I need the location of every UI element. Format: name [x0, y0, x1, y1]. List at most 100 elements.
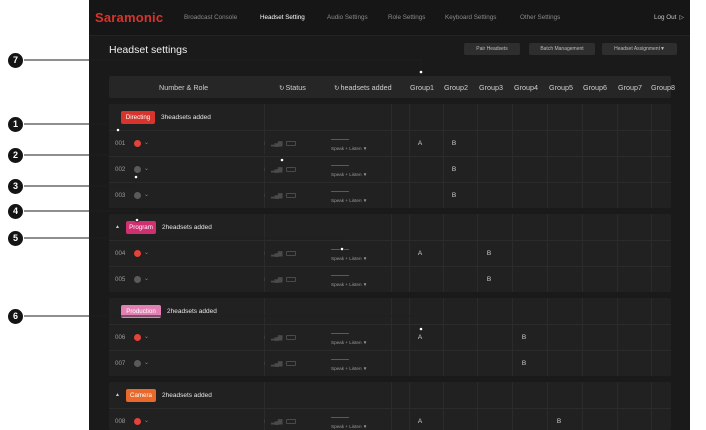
talk-mode-select[interactable]: Speak + Listen ▼	[331, 424, 367, 429]
status-indicators: Ⅰ ▂▄▆	[264, 166, 304, 174]
status-indicators: Ⅰ ▂▄▆	[264, 140, 304, 148]
section-count: 3headsets added	[161, 114, 211, 121]
role-tag[interactable]: Directing	[121, 111, 155, 124]
section-header: ▲ Program 2headsets added	[109, 214, 671, 240]
tab-role-settings[interactable]: Role Settings	[388, 14, 425, 21]
headset-icon: Ⅰ	[264, 277, 266, 283]
group-cell-1[interactable]: A	[415, 140, 425, 147]
role-section: ▲ Program 2headsets added 004 ⌄ Ⅰ ▂▄▆ Speak + L…	[109, 214, 671, 292]
talk-mode-select[interactable]: Speak + Listen ▼	[331, 340, 367, 345]
status-indicators: Ⅰ ▂▄▆	[264, 250, 304, 258]
section-header: ▲ Camera 2headsets added	[109, 382, 671, 408]
battery-icon	[286, 193, 296, 198]
mode-divider	[331, 165, 349, 166]
chevron-down-icon[interactable]: ⌄	[144, 359, 149, 366]
status-indicators: Ⅰ ▂▄▆	[264, 192, 304, 200]
col-group4: Group4	[514, 83, 538, 92]
tab-broadcast-console[interactable]: Broadcast Console	[184, 14, 237, 21]
col-status[interactable]: ↻Status	[279, 83, 306, 92]
top-navbar: Saramonic Broadcast Console Headset Sett…	[89, 0, 690, 36]
section-header: Production 2headsets added	[109, 298, 671, 324]
chevron-down-icon[interactable]: ⌄	[144, 417, 149, 424]
signal-icon: ▂▄▆	[271, 335, 283, 341]
callout-7: 7	[8, 53, 23, 68]
group-cell-1[interactable]: A	[415, 334, 425, 341]
tab-keyboard-settings[interactable]: Keyboard Settings	[445, 14, 496, 21]
chevron-down-icon[interactable]: ⌄	[144, 249, 149, 256]
group-cell-2[interactable]: B	[449, 140, 459, 147]
section-header: Directing 3headsets added	[109, 104, 671, 130]
table-row: 008 ⌄ Ⅰ ▂▄▆ Speak + Listen ▼ A B	[109, 408, 671, 430]
table-row: 007 ⌄ Ⅰ ▂▄▆ Speak + Listen ▼ B	[109, 350, 671, 376]
chevron-down-icon[interactable]: ⌄	[144, 139, 149, 146]
role-tag[interactable]: Program	[126, 221, 156, 234]
callout-5: 5	[8, 231, 23, 246]
headset-indicator-icon	[134, 334, 141, 341]
headset-icon: Ⅰ	[264, 361, 266, 367]
batch-management-button[interactable]: Batch Management	[529, 43, 595, 55]
tab-audio-settings[interactable]: Audio Settings	[327, 14, 368, 21]
logout-icon: ▷	[679, 15, 684, 21]
mode-divider	[331, 275, 349, 276]
role-tag[interactable]: Production	[121, 305, 161, 318]
group-cell-4[interactable]: B	[519, 360, 529, 367]
page-title: Headset settings	[109, 44, 188, 56]
group-cell-1[interactable]: A	[415, 418, 425, 425]
brand-logo: Saramonic	[95, 10, 164, 25]
talk-mode-select[interactable]: Speak + Listen ▼	[331, 146, 367, 151]
group-cell-3[interactable]: B	[484, 276, 494, 283]
signal-icon: ▂▄▆	[271, 251, 283, 257]
group-cell-5[interactable]: B	[554, 418, 564, 425]
headset-icon: Ⅰ	[264, 141, 266, 147]
collapse-icon[interactable]: ▲	[115, 392, 120, 398]
talk-mode-select[interactable]: Speak + Listen ▼	[331, 198, 367, 203]
status-indicators: Ⅰ ▂▄▆	[264, 360, 304, 368]
collapse-icon[interactable]: ▲	[115, 224, 120, 230]
group-cell-1[interactable]: A	[415, 250, 425, 257]
group-cell-2[interactable]: B	[449, 192, 459, 199]
callout-1: 1	[8, 117, 23, 132]
chevron-down-icon[interactable]: ⌄	[144, 165, 149, 172]
chevron-down-icon[interactable]: ⌄	[144, 191, 149, 198]
col-group1: Group1	[410, 83, 434, 92]
pair-headsets-button[interactable]: Pair Headsets	[464, 43, 520, 55]
battery-icon	[286, 277, 296, 282]
table-row: 006 ⌄ Ⅰ ▂▄▆ Speak + Listen ▼ A B	[109, 324, 671, 350]
tab-headset-setting[interactable]: Headset Setting	[260, 14, 305, 21]
group-cell-3[interactable]: B	[484, 250, 494, 257]
table-row: 001 ⌄ Ⅰ ▂▄▆ Speak + Listen ▼ A B	[109, 130, 671, 156]
col-number-role: Number & Role	[159, 83, 209, 92]
tab-other-settings[interactable]: Other Settings	[520, 14, 560, 21]
table-header: Number & Role ↻Status ↻headsets added Gr…	[109, 76, 675, 98]
role-section: Directing 3headsets added 001 ⌄ Ⅰ ▂▄▆ Speak + …	[109, 104, 671, 208]
mode-divider	[331, 333, 349, 334]
talk-mode-select[interactable]: Speak + Listen ▼	[331, 172, 367, 177]
mode-divider	[331, 359, 349, 360]
headset-number: 005	[115, 276, 126, 283]
role-tag[interactable]: Camera	[126, 389, 156, 402]
col-headsets-added[interactable]: ↻headsets added	[334, 83, 392, 92]
talk-mode-select[interactable]: Speak + Listen ▼	[331, 282, 367, 287]
headset-icon: Ⅰ	[264, 419, 266, 425]
mode-divider	[331, 191, 349, 192]
group-cell-4[interactable]: B	[519, 334, 529, 341]
talk-mode-select[interactable]: Speak + Listen ▼	[331, 256, 367, 261]
signal-icon: ▂▄▆	[271, 419, 283, 425]
section-count: 2headsets added	[167, 308, 217, 315]
talk-mode-select[interactable]: Speak + Listen ▼	[331, 366, 367, 371]
refresh-icon: ↻	[334, 85, 340, 92]
headset-assignment-button[interactable]: Headset Assignment▼	[602, 43, 677, 55]
headset-indicator-icon	[134, 360, 141, 367]
table-row: 002 ⌄ Ⅰ ▂▄▆ Speak + Listen ▼ B	[109, 156, 671, 182]
col-group3: Group3	[479, 83, 503, 92]
callout-2: 2	[8, 148, 23, 163]
app-window: Saramonic Broadcast Console Headset Sett…	[89, 0, 690, 430]
chevron-down-icon[interactable]: ⌄	[144, 275, 149, 282]
headset-number: 007	[115, 360, 126, 367]
section-count: 2headsets added	[162, 224, 212, 231]
headset-indicator-icon	[134, 250, 141, 257]
mode-divider	[331, 139, 349, 140]
chevron-down-icon[interactable]: ⌄	[144, 333, 149, 340]
group-cell-2[interactable]: B	[449, 166, 459, 173]
logout-button[interactable]: Log Out ▷	[654, 14, 684, 21]
